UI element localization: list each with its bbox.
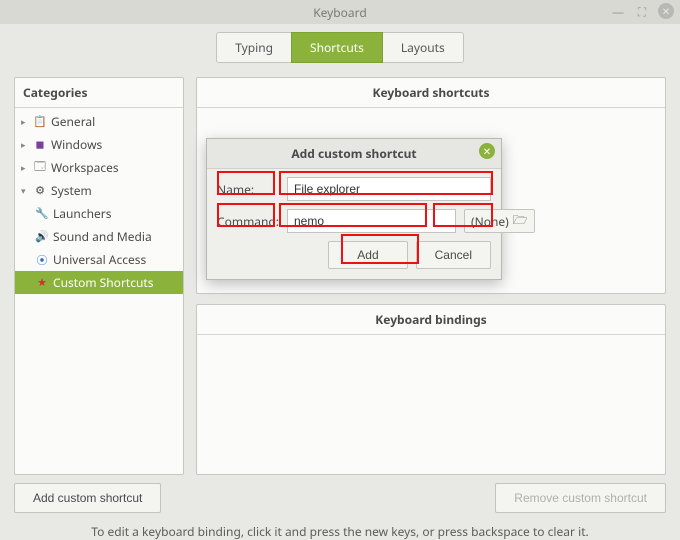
launchers-icon: 🔧 [35,207,49,221]
category-system[interactable]: ▾ ⚙ System [15,179,183,202]
hint-footer: To edit a keyboard binding, click it and… [0,513,680,540]
name-label: Name: [217,181,279,198]
keyboard-bindings-header: Keyboard bindings [197,305,665,335]
titlebar: Keyboard — ⛶ ✕ [0,0,680,24]
chevron-right-icon[interactable]: ▸ [21,138,29,151]
category-general[interactable]: ▸ 📋 General [15,110,183,133]
category-custom-shortcuts[interactable]: ★ Custom Shortcuts [15,271,183,294]
maximize-icon[interactable]: ⛶ [634,3,650,19]
chevron-right-icon[interactable]: ▸ [21,115,29,128]
category-universal-access[interactable]: ⦿ Universal Access [15,248,183,271]
categories-tree: ▸ 📋 General ▸ ◼ Windows ▸ 🗔 Workspaces ▾… [15,108,183,296]
category-label: Workspaces [51,159,119,176]
minimize-icon[interactable]: — [610,3,626,19]
folder-open-icon: 🗁 [513,211,528,232]
categories-panel: Categories ▸ 📋 General ▸ ◼ Windows ▸ 🗔 W… [14,77,184,475]
dialog-close-icon[interactable]: ✕ [479,143,495,159]
category-label: Windows [51,136,102,153]
dialog-title-text: Add custom shortcut [291,145,416,162]
category-label: Sound and Media [53,228,152,245]
category-windows[interactable]: ▸ ◼ Windows [15,133,183,156]
file-chooser-button[interactable]: (None) 🗁 [464,209,535,233]
system-icon: ⚙ [33,184,47,198]
keyboard-shortcuts-header: Keyboard shortcuts [197,78,665,108]
category-sound-media[interactable]: 🔊 Sound and Media [15,225,183,248]
window-title: Keyboard [313,4,367,21]
view-tabs: Typing Shortcuts Layouts [0,24,680,77]
command-label: Command: [217,213,279,230]
dialog-add-button[interactable]: Add [328,241,407,269]
category-launchers[interactable]: 🔧 Launchers [15,202,183,225]
category-label: Custom Shortcuts [53,274,154,291]
workspaces-icon: 🗔 [33,161,47,175]
file-chooser-label: (None) [471,213,509,230]
category-label: System [51,182,92,199]
keyboard-bindings-panel: Keyboard bindings [196,304,666,475]
category-label: Launchers [53,205,112,222]
windows-icon: ◼ [33,138,47,152]
dialog-cancel-button[interactable]: Cancel [416,241,491,269]
name-input[interactable] [287,177,491,201]
sound-icon: 🔊 [35,230,49,244]
category-label: Universal Access [53,251,146,268]
add-custom-shortcut-dialog: Add custom shortcut ✕ Name: Command: (No… [206,138,502,280]
dialog-title: Add custom shortcut ✕ [207,139,501,169]
tab-typing[interactable]: Typing [216,32,291,63]
chevron-right-icon[interactable]: ▸ [21,161,29,174]
general-icon: 📋 [33,115,47,129]
command-input[interactable] [287,209,456,233]
star-icon: ★ [35,276,49,290]
chevron-down-icon[interactable]: ▾ [21,184,29,197]
tab-layouts[interactable]: Layouts [383,32,464,63]
categories-header: Categories [15,78,183,108]
remove-custom-shortcut-button: Remove custom shortcut [495,483,666,513]
tab-shortcuts[interactable]: Shortcuts [291,32,383,63]
accessibility-icon: ⦿ [35,253,49,267]
add-custom-shortcut-button[interactable]: Add custom shortcut [14,483,161,513]
category-label: General [51,113,95,130]
category-workspaces[interactable]: ▸ 🗔 Workspaces [15,156,183,179]
close-icon[interactable]: ✕ [658,3,674,19]
